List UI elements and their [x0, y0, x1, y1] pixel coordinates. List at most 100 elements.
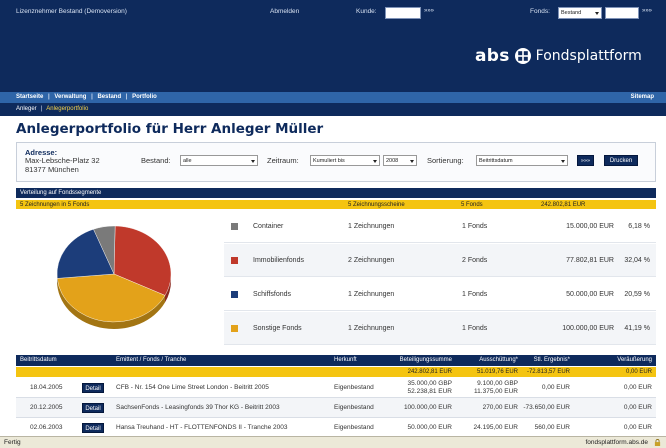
summary-betrag: 242.802,81 EUR	[541, 201, 586, 208]
zeitraum-select-value: Kumuliert bis	[313, 157, 345, 164]
col-ergebnis[interactable]: Stl. Ergebnis*	[522, 357, 570, 363]
row-veraeusserung: 0,00 EUR	[623, 404, 652, 411]
col-emittent[interactable]: Emittent / Fonds / Tranche	[116, 357, 186, 363]
sum-veraeusserung: 0,00 EUR	[625, 369, 652, 375]
segment-fonds: 1 Fonds	[462, 223, 488, 230]
nav-item-bestand[interactable]: Bestand	[97, 94, 121, 100]
chevron-down-icon	[410, 159, 414, 163]
bestand-select[interactable]: alle	[180, 155, 258, 166]
segment-color-swatch	[231, 325, 238, 332]
detail-button[interactable]: Detail	[82, 403, 104, 413]
segments-summary-row: 5 Zeichnungen in 5 Fonds 5 Zeichnungssch…	[16, 200, 656, 209]
segment-row: Sonstige Fonds 1 Zeichnungen 1 Fonds 100.00…	[224, 312, 656, 345]
nav-item-startseite[interactable]: Startseite	[16, 94, 43, 100]
segment-row: Immobilienfonds 2 Zeichnungen 2 Fonds 77.80…	[224, 244, 656, 277]
sortierung-select-value: Beitrittsdatum	[479, 157, 513, 164]
col-ausschuettung[interactable]: Ausschüttung*	[456, 357, 518, 363]
status-domain: fondsplattform.abs.de	[585, 439, 648, 446]
segment-pie-chart	[16, 210, 222, 345]
row-beitrittsdatum: 20.12.2005	[30, 404, 63, 411]
table-row: 02.06.2003 Detail Hansa Treuhand - HT - FL…	[16, 418, 656, 438]
segment-color-swatch	[231, 291, 238, 298]
col-veraeusserung[interactable]: Veräußerung	[574, 357, 652, 363]
segment-fonds: 1 Fonds	[462, 325, 488, 332]
print-button[interactable]: Drucken	[604, 155, 638, 166]
fonds-select[interactable]: Bestand	[558, 7, 602, 19]
detail-button[interactable]: Detail	[82, 383, 104, 393]
segment-zeichnungen: 2 Zeichnungen	[348, 257, 395, 264]
segment-name: Schiffsfonds	[253, 291, 292, 298]
summary-fonds: 5 Fonds	[461, 201, 483, 208]
row-ergebnis: 560,00 EUR	[534, 424, 570, 431]
table-row: 20.12.2005 Detail SachsenFonds - Leasingfo…	[16, 398, 656, 418]
nav-item-portfolio[interactable]: Portfolio	[132, 94, 157, 100]
sortierung-select[interactable]: Beitrittsdatum	[476, 155, 568, 166]
col-beteiligungssumme[interactable]: Beteiligungssumme	[388, 357, 452, 363]
subnav-item-anlegerportfolio[interactable]: Anlegerportfolio	[46, 106, 88, 112]
bestand-label: Bestand:	[141, 156, 171, 165]
sum-beteiligungssumme: 242.802,81 EUR	[407, 369, 452, 375]
segments-header: Verteilung auf Fondssegmente	[16, 188, 656, 198]
segment-name: Immobilienfonds	[253, 257, 304, 264]
segment-row: Container 1 Zeichnungen 1 Fonds 15.000,00 E…	[224, 210, 656, 243]
row-beteiligungssumme: 35.000,00 GBP 52.238,81 EUR	[407, 379, 452, 395]
sitemap-link[interactable]: Sitemap	[631, 94, 654, 100]
transactions-sum-row: 242.802,81 EUR 51.019,76 EUR -72.813,57 …	[16, 367, 656, 377]
license-label: Lizenznehmer Bestand (Demoversion)	[16, 8, 127, 15]
segment-prozent: 41,19 %	[624, 325, 650, 332]
sum-ausschuettung: 51.019,76 EUR	[476, 369, 518, 375]
globe-icon	[514, 48, 531, 64]
fonds-select-value: Bestand	[561, 10, 582, 16]
kunde-go-button[interactable]: »»»	[424, 8, 434, 14]
subnav-item-anleger[interactable]: Anleger	[16, 106, 37, 112]
row-beteiligungssumme: 100.000,00 EUR	[403, 404, 452, 411]
fonds-go-button[interactable]: »»»	[642, 8, 652, 14]
summary-scheine: 5 Zeichnungsscheine	[348, 201, 405, 208]
row-herkunft: Eigenbestand	[334, 384, 374, 391]
segment-betrag: 15.000,00 EUR	[566, 223, 614, 230]
detail-button[interactable]: Detail	[82, 423, 104, 433]
status-text: Fertig	[4, 439, 21, 446]
kunde-label: Kunde:	[356, 8, 377, 15]
segment-color-swatch	[231, 223, 238, 230]
row-herkunft: Eigenbestand	[334, 404, 374, 411]
pie-chart-svg	[56, 225, 172, 329]
row-ergebnis: 0,00 EUR	[541, 384, 570, 391]
bestand-select-value: alle	[183, 157, 192, 164]
fonds-input[interactable]	[605, 7, 639, 19]
segment-fonds: 2 Fonds	[462, 257, 488, 264]
logout-link[interactable]: Abmelden	[270, 8, 299, 15]
summary-zeichnungen: 5 Zeichnungen in 5 Fonds	[20, 201, 90, 208]
row-herkunft: Eigenbestand	[334, 424, 374, 431]
year-select[interactable]: 2008	[383, 155, 417, 166]
year-select-value: 2008	[386, 157, 399, 164]
segment-zeichnungen: 1 Zeichnungen	[348, 291, 395, 298]
apply-filter-button[interactable]: »»»	[577, 155, 594, 166]
browser-status-bar: Fertig fondsplattform.abs.de	[0, 436, 666, 448]
segment-name: Sonstige Fonds	[253, 325, 302, 332]
row-veraeusserung: 0,00 EUR	[623, 424, 652, 431]
row-emittent[interactable]: SachsenFonds - Leasingfonds 39 Thor KG -…	[116, 404, 280, 411]
segment-name: Container	[253, 223, 284, 230]
nav-separator: |	[91, 94, 93, 100]
col-herkunft[interactable]: Herkunft	[334, 357, 357, 363]
nav-item-verwaltung[interactable]: Verwaltung	[54, 94, 86, 100]
zeitraum-label: Zeitraum:	[267, 156, 299, 165]
address-street: Max-Lebsche-Platz 32	[25, 156, 100, 165]
col-beitrittsdatum[interactable]: Beitrittsdatum	[20, 357, 57, 363]
row-beitrittsdatum: 18.04.2005	[30, 384, 63, 391]
row-emittent[interactable]: Hansa Treuhand - HT - FLOTTENFONDS II - …	[116, 424, 287, 431]
kunde-input[interactable]	[385, 7, 421, 19]
zeitraum-select[interactable]: Kumuliert bis	[310, 155, 380, 166]
main-nav: Startseite | Verwaltung | Bestand | Port…	[0, 92, 666, 103]
row-veraeusserung: 0,00 EUR	[623, 384, 652, 391]
brand-logo: abs Fondsplattform	[475, 46, 642, 66]
logo-fondsplattform-text: Fondsplattform	[535, 48, 642, 64]
row-beitrittsdatum: 02.06.2003	[30, 424, 63, 431]
row-emittent[interactable]: CFB - Nr. 154 One Lime Street London - B…	[116, 384, 269, 391]
segment-zeichnungen: 1 Zeichnungen	[348, 223, 395, 230]
segment-row: Schiffsfonds 1 Zeichnungen 1 Fonds 50.000,0…	[224, 278, 656, 311]
sortierung-label: Sortierung:	[427, 156, 464, 165]
row-ausschuettung: 9.100,00 GBP 11.375,00 EUR	[474, 379, 518, 395]
top-header: Lizenznehmer Bestand (Demoversion) Abmel…	[0, 0, 666, 92]
